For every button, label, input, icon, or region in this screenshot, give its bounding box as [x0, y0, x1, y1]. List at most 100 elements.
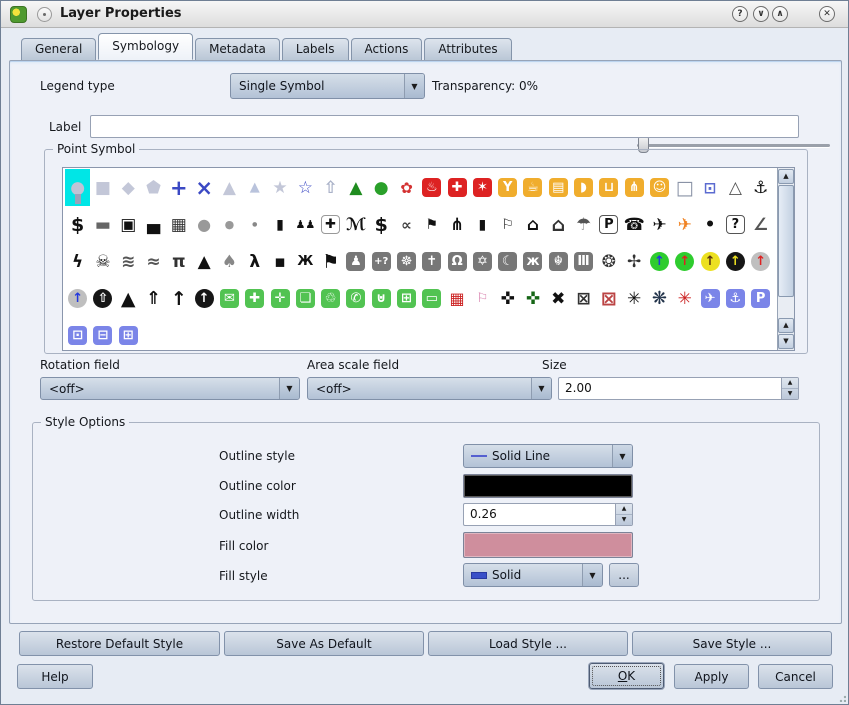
spin-up-icon[interactable]: ▲: [782, 378, 798, 389]
size-spinner[interactable]: 2.00 ▲ ▼: [558, 377, 799, 400]
tab-metadata[interactable]: Metadata: [195, 38, 280, 60]
restore-default-style-button[interactable]: Restore Default Style: [19, 631, 220, 656]
derrick-icon[interactable]: Ж: [293, 243, 318, 280]
arrow-red-green-icon[interactable]: ↑: [672, 243, 697, 280]
museum-icon[interactable]: Ⅲ: [571, 243, 596, 280]
north-a-icon[interactable]: ▲: [116, 280, 141, 317]
star6-blue-icon[interactable]: ❋: [647, 280, 672, 317]
window-maximize-icon[interactable]: ∧: [772, 6, 788, 22]
regular-star-marker[interactable]: ☆: [293, 169, 318, 206]
tab-symbology[interactable]: Symbology: [98, 33, 193, 60]
outline-color-swatch[interactable]: [463, 474, 633, 498]
titlebar[interactable]: Layer Properties ? ∨ ∧ ✕: [1, 1, 848, 28]
boat-icon[interactable]: ▬: [90, 206, 115, 243]
shinto-icon[interactable]: ж: [520, 243, 545, 280]
harbor-icon[interactable]: ⚓: [723, 280, 748, 317]
circle-large-icon[interactable]: ●: [191, 206, 216, 243]
pine-tree-icon[interactable]: ▲: [343, 169, 368, 206]
window-help-icon[interactable]: ?: [732, 6, 748, 22]
hospital-green-icon[interactable]: ✛: [267, 280, 292, 317]
ok-button[interactable]: OK: [589, 663, 664, 689]
tab-attributes[interactable]: Attributes: [424, 38, 511, 60]
triangle-marker[interactable]: ▲: [217, 169, 242, 206]
golf-hole-icon[interactable]: ⚐: [495, 206, 520, 243]
symbol-scrollbar[interactable]: ▲ ▲ ▼: [777, 168, 794, 350]
area-scale-field-dropdown[interactable]: <off> ▼: [307, 377, 552, 400]
om-icon[interactable]: Ω: [444, 243, 469, 280]
cancel-button[interactable]: Cancel: [758, 664, 833, 689]
fish-icon[interactable]: ∝: [394, 206, 419, 243]
pentagon-marker[interactable]: ⬟: [141, 169, 166, 206]
airfield-icon[interactable]: ✈: [672, 206, 697, 243]
legend-type-dropdown[interactable]: Single Symbol ▼: [230, 73, 425, 99]
small-square-marker[interactable]: ⊡: [697, 169, 722, 206]
parking-icon[interactable]: P: [596, 206, 621, 243]
entertainment-icon[interactable]: ☺: [647, 169, 672, 206]
camera-icon[interactable]: ▣: [116, 206, 141, 243]
scrollbar-thumb[interactable]: [778, 185, 794, 297]
hospital-icon[interactable]: ✚: [318, 206, 343, 243]
save-style-button[interactable]: Save Style ...: [632, 631, 832, 656]
tab-actions[interactable]: Actions: [351, 38, 423, 60]
restaurant-icon[interactable]: ⋔: [622, 169, 647, 206]
fill-style-dropdown[interactable]: Solid ▼: [463, 563, 603, 587]
parking-blue-icon[interactable]: P: [748, 280, 773, 317]
airport-blue-icon[interactable]: ✈: [697, 280, 722, 317]
cutlery-icon[interactable]: ⋔: [444, 206, 469, 243]
point-icon[interactable]: •: [697, 206, 722, 243]
tree-icon[interactable]: ●: [369, 169, 394, 206]
sikh-icon[interactable]: ☬: [546, 243, 571, 280]
car-icon[interactable]: ▄: [141, 206, 166, 243]
basket-icon[interactable]: ⊍: [369, 280, 394, 317]
house-icon[interactable]: ⌂: [546, 206, 571, 243]
building-icon[interactable]: ▦: [166, 206, 191, 243]
taxi-icon[interactable]: ⊡: [65, 317, 90, 350]
currency-icon[interactable]: $: [65, 206, 90, 243]
spin-down-icon[interactable]: ▼: [782, 389, 798, 399]
flower-icon[interactable]: ✿: [394, 169, 419, 206]
prayer-icon[interactable]: ♟: [343, 243, 368, 280]
bar-icon[interactable]: Y: [495, 169, 520, 206]
load-style-button[interactable]: Load Style ...: [428, 631, 628, 656]
cross-marker[interactable]: +: [166, 169, 191, 206]
flag-icon[interactable]: ⚑: [318, 243, 343, 280]
post-icon[interactable]: ✉: [217, 280, 242, 317]
arrow-red-gray-icon[interactable]: ↑: [748, 243, 773, 280]
phone-green-icon[interactable]: ✆: [343, 280, 368, 317]
cafe-icon[interactable]: ☕: [520, 169, 545, 206]
bus-icon[interactable]: ⊟: [90, 317, 115, 350]
apply-button[interactable]: Apply: [674, 664, 749, 689]
diamond-marker[interactable]: ◆: [116, 169, 141, 206]
hotel-icon[interactable]: ▭: [419, 280, 444, 317]
telephone-icon[interactable]: ☎: [622, 206, 647, 243]
scroll-up2-icon[interactable]: ▲: [778, 318, 794, 333]
train-icon[interactable]: ▦: [444, 280, 469, 317]
dharma-icon[interactable]: ☸: [394, 243, 419, 280]
cinema-icon[interactable]: ▤: [546, 169, 571, 206]
fill-style-more-button[interactable]: ...: [609, 563, 639, 587]
arrow-blue-green-icon[interactable]: ↑: [647, 243, 672, 280]
pharmacy-icon[interactable]: ✚: [242, 280, 267, 317]
window-close-icon[interactable]: ✕: [819, 6, 835, 22]
help-button[interactable]: Help: [17, 664, 93, 689]
arrow-blue-gray-icon[interactable]: ↑: [65, 280, 90, 317]
scroll-down-icon[interactable]: ▼: [778, 334, 794, 349]
dollar-icon[interactable]: $: [369, 206, 394, 243]
house-outline-icon[interactable]: ⌂: [520, 206, 545, 243]
cross-green-dot-icon[interactable]: ✜: [520, 280, 545, 317]
square-small-icon[interactable]: ▪: [267, 243, 292, 280]
scroll-up-icon[interactable]: ▲: [778, 169, 794, 184]
arrow-brown-yellow-icon[interactable]: ↑: [697, 243, 722, 280]
christian-icon[interactable]: ✝: [419, 243, 444, 280]
airport-icon[interactable]: ✈: [647, 206, 672, 243]
cross-dot-icon[interactable]: ✜: [495, 280, 520, 317]
islamic-icon[interactable]: ☾: [495, 243, 520, 280]
people-icon[interactable]: ♟♟: [293, 206, 318, 243]
x-square-icon[interactable]: ⊠: [571, 280, 596, 317]
cart-icon[interactable]: ⊞: [394, 280, 419, 317]
deer-icon[interactable]: ℳ: [343, 206, 368, 243]
arrow-circle2-icon[interactable]: ↑: [191, 280, 216, 317]
star6-icon[interactable]: ✳: [622, 280, 647, 317]
outline-style-dropdown[interactable]: Solid Line ▼: [463, 444, 633, 468]
resize-grip[interactable]: [838, 694, 846, 702]
